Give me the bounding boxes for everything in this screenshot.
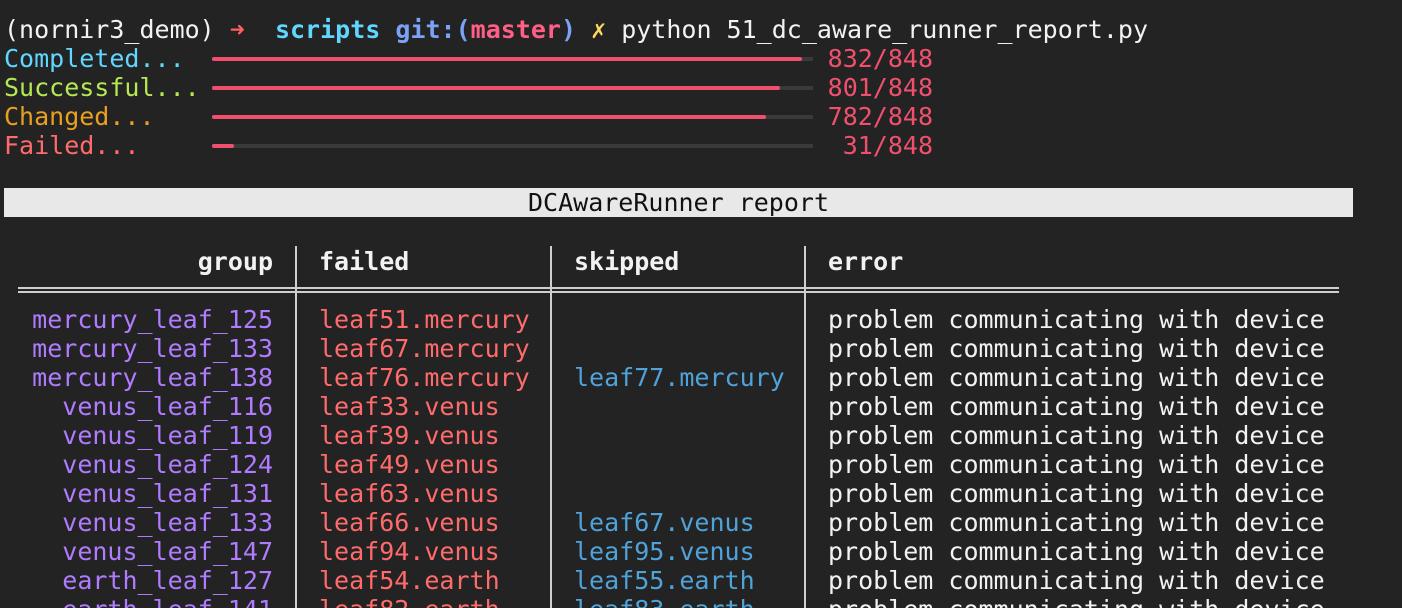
error-cell: problem communicating with device	[828, 305, 1325, 334]
table-row: venus_leaf_116 leaf33.venus problem commun…	[0, 392, 1402, 421]
skipped-cell: leaf67.venus	[574, 508, 755, 537]
error-cell: problem communicating with device	[828, 421, 1325, 450]
shell-prompt-line: (nornir3_demo) ➜ scripts git:(master) ✗ …	[4, 15, 1148, 44]
failed-cell: leaf49.venus	[319, 450, 500, 479]
progress-count: 782/848	[827, 102, 933, 131]
error-cell: problem communicating with device	[828, 566, 1325, 595]
progress-bar-fill	[212, 115, 767, 119]
prompt-arrow-icon: ➜	[229, 15, 245, 44]
progress-count: 801/848	[827, 73, 933, 102]
report-title: DCAwareRunner report	[4, 188, 1353, 217]
column-header-error: error	[828, 247, 904, 276]
table-row: venus_leaf_147 leaf94.venus leaf95.venus pr…	[0, 537, 1402, 566]
column-header-skipped: skipped	[574, 247, 680, 276]
error-cell: problem communicating with device	[828, 450, 1325, 479]
table-row: venus_leaf_124 leaf49.venus problem commun…	[0, 450, 1402, 479]
progress-bar	[212, 57, 813, 61]
git-label-close: )	[560, 15, 577, 44]
git-branch: master	[470, 15, 561, 44]
table-row: mercury_leaf_138 leaf76.mercury leaf77.mer…	[0, 363, 1402, 392]
progress-bar	[212, 115, 813, 119]
table-row: earth_leaf_141 leaf82.earth leaf83.earth pr…	[0, 595, 1402, 608]
git-label: git:(	[395, 15, 471, 44]
group-cell: venus_leaf_133	[62, 508, 273, 537]
error-cell: problem communicating with device	[828, 363, 1325, 392]
failed-cell: leaf33.venus	[319, 392, 500, 421]
error-cell: problem communicating with device	[828, 537, 1325, 566]
skipped-cell: leaf55.earth	[574, 566, 755, 595]
table-row: mercury_leaf_125 leaf51.mercury problem co…	[0, 305, 1402, 334]
error-cell: problem communicating with device	[828, 595, 1325, 608]
failed-cell: leaf63.venus	[319, 479, 500, 508]
group-cell: venus_leaf_116	[62, 392, 273, 421]
group-cell: venus_leaf_119	[62, 421, 273, 450]
progress-bar-fill	[212, 57, 802, 61]
progress-count: 31/848	[842, 131, 933, 160]
skipped-cell: leaf95.venus	[574, 537, 755, 566]
error-cell: problem communicating with device	[828, 508, 1325, 537]
progress-bar	[212, 86, 813, 90]
failed-cell: leaf94.venus	[319, 537, 500, 566]
group-cell: venus_leaf_131	[62, 479, 273, 508]
progress-label: Completed...	[4, 44, 185, 73]
table-row: venus_leaf_133 leaf66.venus leaf67.venus pr…	[0, 508, 1402, 537]
dirty-mark-icon: ✗	[591, 15, 607, 44]
progress-label: Changed...	[4, 102, 155, 131]
error-cell: problem communicating with device	[828, 392, 1325, 421]
group-cell: mercury_leaf_133	[32, 334, 273, 363]
table-row: venus_leaf_119 leaf39.venus problem commun…	[0, 421, 1402, 450]
group-cell: earth_leaf_127	[62, 566, 273, 595]
failed-cell: leaf82.earth	[319, 595, 500, 608]
column-header-failed: failed	[319, 247, 410, 276]
table-row: mercury_leaf_133 leaf67.mercury problem co…	[0, 334, 1402, 363]
failed-cell: leaf51.mercury	[319, 305, 530, 334]
failed-cell: leaf66.venus	[319, 508, 500, 537]
failed-cell: leaf54.earth	[319, 566, 500, 595]
failed-cell: leaf39.venus	[319, 421, 500, 450]
failed-cell: leaf76.mercury	[319, 363, 530, 392]
group-cell: mercury_leaf_125	[32, 305, 273, 334]
group-cell: venus_leaf_124	[62, 450, 273, 479]
progress-bar	[212, 144, 813, 148]
group-cell: mercury_leaf_138	[32, 363, 273, 392]
progress-bar-fill	[212, 86, 780, 90]
skipped-cell: leaf83.earth	[574, 595, 755, 608]
header-separator	[18, 287, 1339, 293]
current-directory: scripts	[274, 15, 381, 44]
error-cell: problem communicating with device	[828, 479, 1325, 508]
shell-command: python 51_dc_aware_runner_report.py	[621, 15, 1148, 44]
group-cell: venus_leaf_147	[62, 537, 273, 566]
failed-cell: leaf67.mercury	[319, 334, 530, 363]
progress-bar-fill	[212, 144, 234, 148]
progress-label: Successful...	[4, 73, 200, 102]
group-cell: earth_leaf_141	[18, 595, 273, 608]
table-row: venus_leaf_131 leaf63.venus problem commun…	[0, 479, 1402, 508]
error-cell: problem communicating with device	[828, 334, 1325, 363]
column-header-group: group	[197, 247, 273, 276]
table-row: earth_leaf_127 leaf54.earth leaf55.earth pr…	[0, 566, 1402, 595]
virtualenv-label: (nornir3_demo)	[4, 15, 215, 44]
skipped-cell: leaf77.mercury	[574, 363, 785, 392]
progress-label: Failed...	[4, 131, 140, 160]
progress-count: 832/848	[827, 44, 933, 73]
